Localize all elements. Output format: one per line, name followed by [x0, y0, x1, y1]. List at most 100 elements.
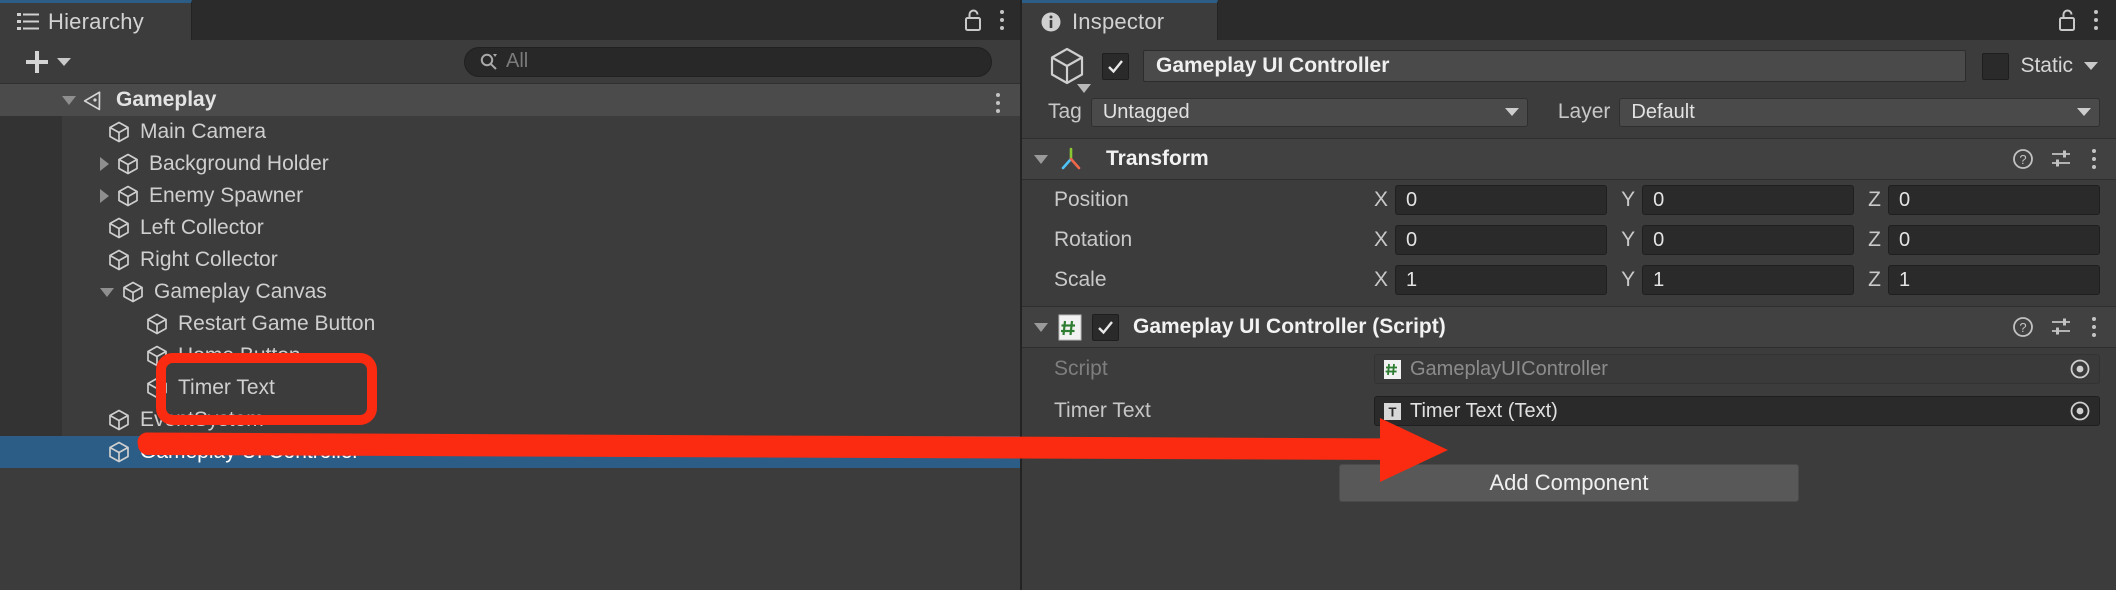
tag-dropdown[interactable]: Untagged: [1090, 97, 1528, 127]
chevron-down-icon[interactable]: [1034, 322, 1048, 332]
object-picker-icon[interactable]: [2069, 358, 2091, 380]
hierarchy-item-right-collector[interactable]: Right Collector: [0, 244, 1020, 276]
hierarchy-item-gameplay[interactable]: Gameplay: [0, 84, 1020, 116]
help-circle-icon[interactable]: ?: [2012, 148, 2034, 170]
scale-z-field[interactable]: 1: [1887, 265, 2100, 295]
csharp-script-icon: [1058, 314, 1082, 341]
hierarchy-item-eventsystem[interactable]: EventSystem: [0, 404, 1020, 436]
component-header-transform[interactable]: Transform ?: [1022, 138, 2116, 180]
transform-row-position: Position X 0 Y 0 Z 0: [1022, 180, 2116, 220]
prefab-cube-icon: [1044, 43, 1091, 93]
transform-row-scale: Scale X 1 Y 1 Z 1: [1022, 260, 2116, 300]
gameobject-icon: [107, 120, 131, 144]
position-y-field[interactable]: 0: [1642, 185, 1855, 215]
hierarchy-item-gameplay-canvas[interactable]: Gameplay Canvas: [0, 276, 1020, 308]
unity-editor-window: Hierarchy All Gameplay Main Camera Backg…: [0, 0, 2116, 590]
hierarchy-item-restart-game-button[interactable]: Restart Game Button: [0, 308, 1020, 340]
twisty-closed-icon[interactable]: [100, 189, 109, 203]
preset-sliders-icon[interactable]: [2050, 148, 2072, 170]
tag-label: Tag: [1048, 100, 1082, 123]
tab-inspector[interactable]: Inspector: [1022, 0, 1218, 40]
chevron-down-icon: [1504, 108, 1519, 116]
hierarchy-item-main-camera[interactable]: Main Camera: [0, 116, 1020, 148]
hierarchy-item-enemy-spawner[interactable]: Enemy Spawner: [0, 180, 1020, 212]
help-circle-icon[interactable]: ?: [2012, 316, 2034, 338]
gameobject-icon: [107, 408, 131, 432]
add-gameobject-button[interactable]: [20, 46, 79, 78]
layer-dropdown[interactable]: Default: [1619, 97, 2100, 127]
gameobject-icon: [121, 280, 145, 304]
hierarchy-item-label: Gameplay Canvas: [154, 280, 327, 303]
hierarchy-item-label: Gameplay: [116, 88, 217, 111]
rotation-x-field[interactable]: 0: [1395, 225, 1608, 255]
lock-open-icon[interactable]: [2057, 8, 2077, 32]
kebab-menu-icon[interactable]: [2088, 146, 2100, 172]
scale-x-field[interactable]: 1: [1395, 265, 1608, 295]
axis-label-y: Y: [1621, 228, 1636, 251]
transform-axis-icon: [1058, 146, 1084, 172]
gameobject-name-field[interactable]: Gameplay UI Controller: [1143, 50, 1967, 82]
gameobject-icon: [107, 248, 131, 272]
kebab-menu-icon[interactable]: [992, 90, 1004, 116]
twisty-open-icon[interactable]: [100, 287, 114, 297]
chevron-down-icon: [57, 57, 71, 66]
layer-label: Layer: [1557, 100, 1611, 123]
hierarchy-item-label: Gameplay UI Controller: [140, 440, 360, 463]
rotation-y-field[interactable]: 0: [1642, 225, 1855, 255]
gameobject-icon: [107, 216, 131, 240]
inspector-tabbar: Inspector: [1022, 0, 2116, 40]
gameobject-enabled-checkbox[interactable]: [1102, 52, 1129, 80]
lock-open-icon[interactable]: [963, 8, 983, 32]
unity-scene-icon: [83, 88, 107, 112]
kebab-menu-icon[interactable]: [2090, 7, 2102, 33]
axis-label-y: Y: [1621, 188, 1636, 211]
component-header-gameplay-ui-controller[interactable]: Gameplay UI Controller (Script) ?: [1022, 306, 2116, 348]
position-z-field[interactable]: 0: [1887, 185, 2100, 215]
timer-text-label: Timer Text: [1054, 399, 1151, 422]
chevron-down-icon[interactable]: [1034, 154, 1048, 164]
hierarchy-item-gameplay-ui-controller[interactable]: Gameplay UI Controller: [0, 436, 1020, 468]
component-enabled-checkbox[interactable]: [1092, 313, 1119, 341]
position-x-field[interactable]: 0: [1395, 185, 1608, 215]
hierarchy-list-icon: [17, 11, 39, 33]
hierarchy-tabbar: Hierarchy: [0, 0, 1020, 40]
axis-label-z: Z: [1868, 268, 1881, 291]
inspector-tab-controls: [2057, 7, 2116, 40]
component-actions: ?: [2012, 146, 2100, 172]
search-input[interactable]: All: [464, 46, 992, 77]
object-picker-icon[interactable]: [2069, 400, 2091, 422]
property-row-script: Script GameplayUIController: [1022, 348, 2116, 390]
static-group: Static: [1982, 52, 2100, 80]
transform-fields: Position X 0 Y 0 Z 0 Rotation X 0 Y 0 Z 0 Scale X 1 Y 1 Z 1: [1022, 180, 2116, 300]
component-title-script: Gameplay UI Controller (Script): [1133, 315, 1446, 338]
hierarchy-item-label: Left Collector: [140, 216, 264, 239]
add-component-button[interactable]: Add Component: [1339, 464, 1799, 502]
chevron-down-icon[interactable]: [1077, 84, 1091, 93]
static-label: Static: [2020, 54, 2073, 77]
tab-hierarchy[interactable]: Hierarchy: [0, 0, 192, 40]
layer-value: Default: [1631, 100, 1695, 123]
scale-y-field[interactable]: 1: [1642, 265, 1855, 295]
hierarchy-item-label: Timer Text: [178, 376, 275, 399]
search-placeholder: All: [506, 50, 529, 72]
preset-sliders-icon[interactable]: [2050, 316, 2072, 338]
timer-text-object-field[interactable]: T Timer Text (Text): [1374, 396, 2100, 426]
transform-row-rotation: Rotation X 0 Y 0 Z 0: [1022, 220, 2116, 260]
hierarchy-item-left-collector[interactable]: Left Collector: [0, 212, 1020, 244]
hierarchy-item-background-holder[interactable]: Background Holder: [0, 148, 1020, 180]
kebab-menu-icon[interactable]: [2088, 314, 2100, 340]
static-checkbox[interactable]: [1982, 52, 2010, 80]
kebab-menu-icon[interactable]: [996, 7, 1008, 33]
rotation-z-field[interactable]: 0: [1887, 225, 2100, 255]
gameobject-icon: [145, 344, 169, 368]
hierarchy-item-label: Right Collector: [140, 248, 278, 271]
rotation-label: Rotation: [1054, 228, 1133, 251]
chevron-down-icon[interactable]: [2084, 62, 2098, 70]
twisty-open-icon[interactable]: [62, 95, 76, 105]
script-value: GameplayUIController: [1410, 357, 1608, 380]
twisty-closed-icon[interactable]: [100, 157, 109, 171]
hierarchy-item-timer-text[interactable]: Timer Text: [0, 372, 1020, 404]
gameobject-icon: [116, 152, 140, 176]
hierarchy-item-home-button[interactable]: Home Button: [0, 340, 1020, 372]
axis-label-z: Z: [1868, 228, 1881, 251]
